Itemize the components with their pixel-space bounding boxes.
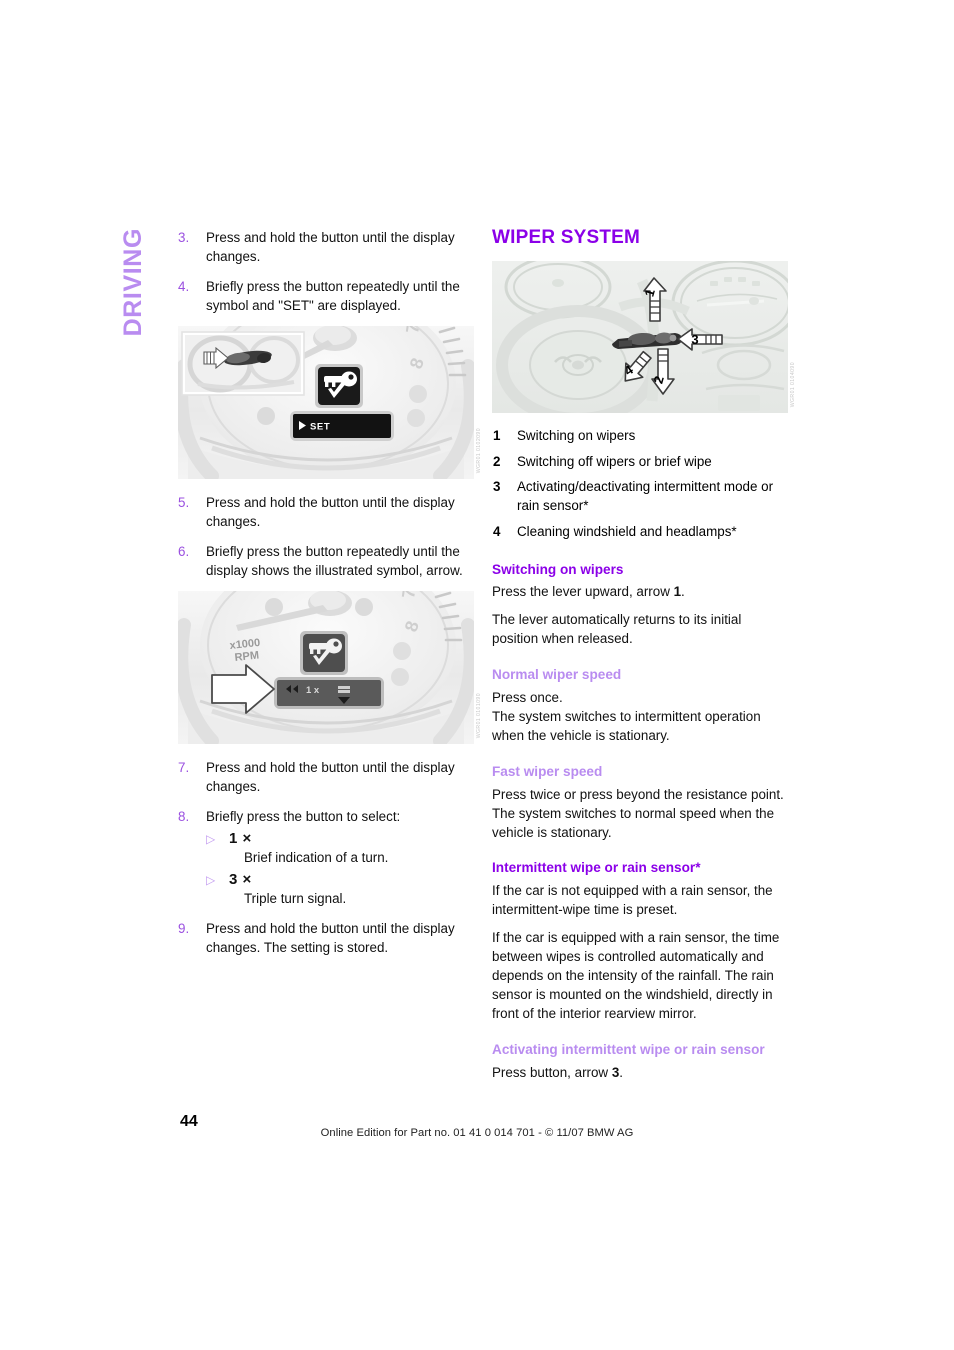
paragraph: The system switches to normal speed when…	[492, 805, 775, 840]
left-column: 3. Press and hold the button until the d…	[178, 228, 482, 968]
step-text: Briefly press the button to select:	[206, 809, 401, 825]
step-text: Press and hold the button until the disp…	[206, 230, 455, 265]
steps-group-3: 7. Press and hold the button until the d…	[178, 758, 474, 908]
step-number: 4.	[178, 279, 190, 295]
paragraph: Press twice or press beyond the resistan…	[492, 786, 784, 802]
step-text: Briefly press the button repeatedly unti…	[206, 279, 460, 314]
step-number: 6.	[178, 544, 190, 560]
option-key: 3 ×	[229, 870, 252, 888]
paragraph-text: Press button, arrow	[492, 1064, 612, 1080]
steps-group-2: 5. Press and hold the button until the d…	[178, 493, 474, 580]
instrument-cluster-turn-signal-illustration: 8 7 x1000 RPM 1 x	[178, 591, 474, 745]
figure-instrument-cluster-set: 8 7 SET WGR01 0102090	[178, 326, 482, 480]
steps-group-4: 9. Press and hold the button until the d…	[178, 919, 474, 957]
figure-image-code: WGR01 0104090	[790, 361, 796, 407]
paragraph-text-end: .	[681, 584, 685, 600]
figure-legend: 1 Switching on wipers 2 Switching off wi…	[492, 427, 788, 542]
step-number: 8.	[178, 809, 190, 825]
step-text: Briefly press the button repeatedly unti…	[206, 544, 463, 579]
paragraph-text: Press the lever upward, arrow	[492, 584, 674, 600]
step-text: Press and hold the button until the disp…	[206, 921, 455, 956]
figure-instrument-cluster-turn-signal: 8 7 x1000 RPM 1 x WGR01 0101090	[178, 591, 482, 745]
select-option: ▷ 1 × Brief indication of a turn.	[206, 830, 474, 868]
section-heading-normal-wiper-speed: Normal wiper speed	[492, 667, 622, 683]
select-option: ▷ 3 × Triple turn signal.	[206, 871, 474, 909]
legend-item: 1 Switching on wipers	[492, 427, 788, 446]
step-item: 6. Briefly press the button repeatedly u…	[178, 542, 474, 580]
svg-text:RPM: RPM	[234, 650, 260, 664]
manual-page: DRIVING 3. Press and hold the button unt…	[0, 0, 954, 1350]
step-text: Press and hold the button until the disp…	[206, 495, 455, 530]
figure-frame: 8 7 SET	[178, 326, 474, 480]
legend-text: Cleaning windshield and headlamps*	[517, 523, 737, 539]
callout-label-3: 3	[691, 332, 698, 347]
triangle-bullet-icon: ▷	[206, 832, 216, 847]
svg-text:SET: SET	[310, 422, 330, 433]
step-number: 9.	[178, 921, 190, 937]
step-item: 5. Press and hold the button until the d…	[178, 493, 474, 531]
section-heading-intermittent-wipe-or-rain-sensor: Intermittent wipe or rain sensor*	[492, 860, 701, 876]
step-item: 8. Briefly press the button to select: ▷…	[178, 807, 474, 908]
steps-group-1: 3. Press and hold the button until the d…	[178, 228, 474, 315]
paragraph: If the car is not equipped with a rain s…	[492, 882, 773, 917]
steering-column-wiper-lever-illustration: 1 2 3 4	[492, 260, 788, 413]
legend-number: 1	[493, 427, 501, 443]
paragraph: If the car is equipped with a rain senso…	[492, 929, 780, 1021]
right-column: WIPER SYSTEM 1 2 3 4 WGR01 0104090 1 Swi…	[492, 227, 796, 1091]
step-item: 9. Press and hold the button until the d…	[178, 919, 474, 957]
instrument-cluster-set-illustration: 8 7 SET	[178, 326, 474, 480]
paragraph: The lever automatically returns to its i…	[492, 612, 742, 647]
paragraph-text-end: .	[619, 1064, 624, 1080]
legend-number: 4	[493, 523, 501, 539]
paragraph: Press the lever upward, arrow 1.	[492, 582, 788, 601]
step-number: 7.	[178, 760, 190, 776]
paragraph: Press once.	[492, 690, 563, 706]
arrow-reference: 1	[673, 584, 682, 600]
step-item: 7. Press and hold the button until the d…	[178, 758, 474, 796]
legend-item: 4 Cleaning windshield and headlamps*	[492, 523, 788, 542]
figure-image-code: WGR01 0101090	[476, 692, 482, 739]
section-heading-activating-intermittent-wipe: Activating intermittent wipe or rain sen…	[492, 1041, 765, 1057]
legend-item: 3 Activating/deactivating intermittent m…	[492, 478, 788, 516]
chapter-running-head: DRIVING	[119, 228, 147, 337]
step-item: 3. Press and hold the button until the d…	[178, 228, 474, 266]
figure-frame: 8 7 x1000 RPM 1 x	[178, 591, 474, 745]
option-description: Brief indication of a turn.	[244, 850, 389, 866]
footer-copyright-note: Online Edition for Part no. 01 41 0 014 …	[320, 1127, 634, 1139]
figure-frame: 1 2 3 4	[492, 260, 788, 413]
page-title: WIPER SYSTEM	[492, 227, 641, 248]
legend-number: 2	[493, 453, 501, 469]
step-item: 4. Briefly press the button repeatedly u…	[178, 277, 474, 315]
select-options-list: ▷ 1 × Brief indication of a turn. ▷ 3 × …	[206, 830, 474, 908]
figure-image-code: WGR01 0102090	[476, 427, 482, 474]
step-number: 5.	[178, 495, 190, 511]
option-key: 1 ×	[229, 830, 252, 848]
legend-item: 2 Switching off wipers or brief wipe	[492, 453, 788, 472]
section-heading-fast-wiper-speed: Fast wiper speed	[492, 764, 603, 780]
legend-text: Switching off wipers or brief wipe	[517, 453, 712, 469]
figure-wiper-lever: 1 2 3 4 WGR01 0104090	[492, 260, 796, 413]
legend-text: Activating/deactivating intermittent mod…	[517, 479, 774, 514]
triangle-bullet-icon: ▷	[206, 872, 216, 887]
paragraph: The system switches to intermittent oper…	[492, 709, 761, 744]
legend-text: Switching on wipers	[517, 427, 636, 443]
step-text: Press and hold the button until the disp…	[206, 760, 455, 795]
option-description: Triple turn signal.	[244, 890, 347, 906]
section-heading-switching-on-wipers: Switching on wipers	[492, 561, 624, 577]
paragraph: Press button, arrow 3.	[492, 1063, 788, 1082]
step-number: 3.	[178, 230, 190, 245]
legend-number: 3	[493, 479, 501, 495]
svg-text:1 x: 1 x	[306, 685, 320, 696]
